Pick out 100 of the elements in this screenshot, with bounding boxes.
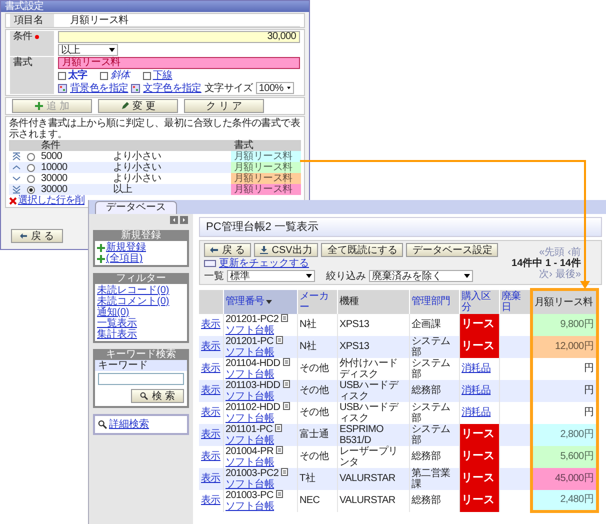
radio-button[interactable] xyxy=(27,174,35,182)
button[interactable]: データベース設定 xyxy=(406,243,498,257)
size-dropdown[interactable]: 100% xyxy=(256,82,294,94)
filter-dropdown[interactable]: 廃棄済みを除く xyxy=(369,270,473,282)
fee-cell: 2,480円 xyxy=(531,490,597,512)
checkbox[interactable] xyxy=(100,72,108,80)
panel-title: 新規登録 xyxy=(95,230,187,241)
palette-icon xyxy=(131,84,140,92)
link[interactable]: 集計表示 xyxy=(97,329,137,340)
button[interactable]: 全て既読にする xyxy=(321,243,404,257)
format-preview: 月額リース料 xyxy=(231,162,301,173)
panel-title: キーワード検索 xyxy=(95,349,187,360)
document-icon xyxy=(275,424,282,432)
link[interactable]: 未読コメント(0) xyxy=(97,296,170,307)
column-header: 月額リース料 xyxy=(531,290,597,314)
pencil-icon xyxy=(120,102,129,110)
table-cell: 富士通 xyxy=(297,424,337,446)
search-button[interactable]: 検 索 xyxy=(131,389,184,403)
move-down-icon[interactable] xyxy=(12,174,21,183)
link[interactable]: 消耗品 xyxy=(462,363,491,374)
style-label[interactable]: 太字 xyxy=(68,70,88,81)
table-cell: NEC xyxy=(297,490,337,512)
link[interactable]: 消耗品 xyxy=(462,407,491,418)
search-icon xyxy=(140,392,148,400)
purchase-type-cell: リース xyxy=(459,336,499,358)
table-cell: 30000 xyxy=(38,173,110,184)
link[interactable]: 一覧表示 xyxy=(97,318,137,329)
radio-button[interactable] xyxy=(27,186,35,194)
plus-icon xyxy=(34,102,43,110)
format-preview: 月額リース料 xyxy=(231,151,301,162)
button[interactable]: 変 更 xyxy=(98,99,178,113)
view-link[interactable]: 表示 xyxy=(201,363,220,374)
style-label[interactable]: 下線 xyxy=(152,70,172,81)
table-cell: 総務部 xyxy=(409,380,459,402)
view-link[interactable]: 表示 xyxy=(201,319,220,330)
link[interactable]: 背景色を指定 xyxy=(70,82,128,94)
link[interactable]: 通知(0) xyxy=(97,307,130,318)
checkbox[interactable] xyxy=(58,72,66,80)
column-header[interactable]: メーカー xyxy=(297,290,337,314)
view-link[interactable]: 表示 xyxy=(201,495,220,506)
field-value: 月額リース料 xyxy=(70,14,300,26)
condition-field[interactable]: 30,000 xyxy=(58,31,300,43)
move-up-icon[interactable] xyxy=(12,163,21,172)
tab[interactable]: データベース xyxy=(95,201,177,214)
move-top-icon[interactable] xyxy=(12,152,21,161)
view-link[interactable]: 表示 xyxy=(201,407,220,418)
link[interactable]: ソフト台帳 xyxy=(226,412,274,424)
field-label: 絞り込み xyxy=(326,270,366,282)
link[interactable]: ソフト台帳 xyxy=(226,434,274,446)
operator-dropdown[interactable]: 以上 xyxy=(58,44,118,56)
move-bottom-icon[interactable] xyxy=(12,185,21,194)
back-button[interactable]: 戻 る xyxy=(11,229,63,243)
keyword-field[interactable] xyxy=(98,373,184,385)
field-label: 条件 xyxy=(13,31,32,42)
link[interactable]: 詳細検索 xyxy=(109,419,149,430)
view-link[interactable]: 表示 xyxy=(201,451,220,462)
record-count: 14件中 1 - 14件 xyxy=(512,258,581,269)
table-cell: システム部 xyxy=(409,424,459,446)
button[interactable]: ク リ ア xyxy=(184,99,264,113)
link[interactable]: ソフト台帳 xyxy=(226,346,274,358)
checkbox[interactable] xyxy=(142,72,151,80)
column-header[interactable]: 廃棄日 xyxy=(499,290,531,314)
link[interactable]: ソフト台帳 xyxy=(226,478,274,490)
purchase-type-cell: リース xyxy=(459,446,499,468)
link[interactable]: ソフト台帳 xyxy=(226,456,274,468)
link[interactable]: ソフト台帳 xyxy=(226,368,274,380)
link[interactable]: (全項目) xyxy=(106,253,143,264)
column-header[interactable]: 管理番号 xyxy=(223,290,297,314)
link[interactable]: 選択した行を削 xyxy=(18,195,84,206)
download-icon xyxy=(260,246,268,254)
record-number: 201201-PC2 xyxy=(226,314,279,324)
document-icon xyxy=(276,336,283,344)
table-cell: より小さい xyxy=(110,173,231,184)
radio-button[interactable] xyxy=(27,152,35,160)
collapse-arrows-icon[interactable] xyxy=(170,216,189,224)
record-number: 201104-HDD xyxy=(226,358,280,368)
link[interactable]: 未読レコード(0) xyxy=(97,285,170,296)
link[interactable]: ソフト台帳 xyxy=(226,324,274,336)
format-preview-field[interactable]: 月額リース料 xyxy=(58,57,300,69)
link[interactable]: 文字色を指定 xyxy=(143,82,202,94)
sort-caret-icon xyxy=(266,300,272,304)
table-cell: 総務部 xyxy=(409,490,459,512)
column-header[interactable]: 購入区分 xyxy=(459,290,499,314)
button[interactable]: CSV出力 xyxy=(254,243,318,257)
column-header[interactable]: 管理部門 xyxy=(409,290,459,314)
style-label[interactable]: 斜体 xyxy=(110,70,130,81)
link[interactable]: 更新をチェックする xyxy=(219,258,309,269)
table-cell: より小さい xyxy=(110,162,231,173)
link[interactable]: ソフト台帳 xyxy=(226,390,274,402)
fee-cell: 9,800円 xyxy=(531,314,597,336)
left-arrow-icon xyxy=(210,247,218,253)
button[interactable]: 戻 る xyxy=(204,243,251,257)
column-header: 書式 xyxy=(231,140,301,151)
radio-button[interactable] xyxy=(27,164,35,172)
table-cell: 以上 xyxy=(110,184,231,195)
link[interactable]: ソフト台帳 xyxy=(226,500,274,512)
view-dropdown[interactable]: 標準 xyxy=(227,270,315,282)
column-header: 条件 xyxy=(38,140,231,151)
fee-cell: 12,000円 xyxy=(531,336,597,358)
link[interactable]: 新規登録 xyxy=(106,242,146,253)
